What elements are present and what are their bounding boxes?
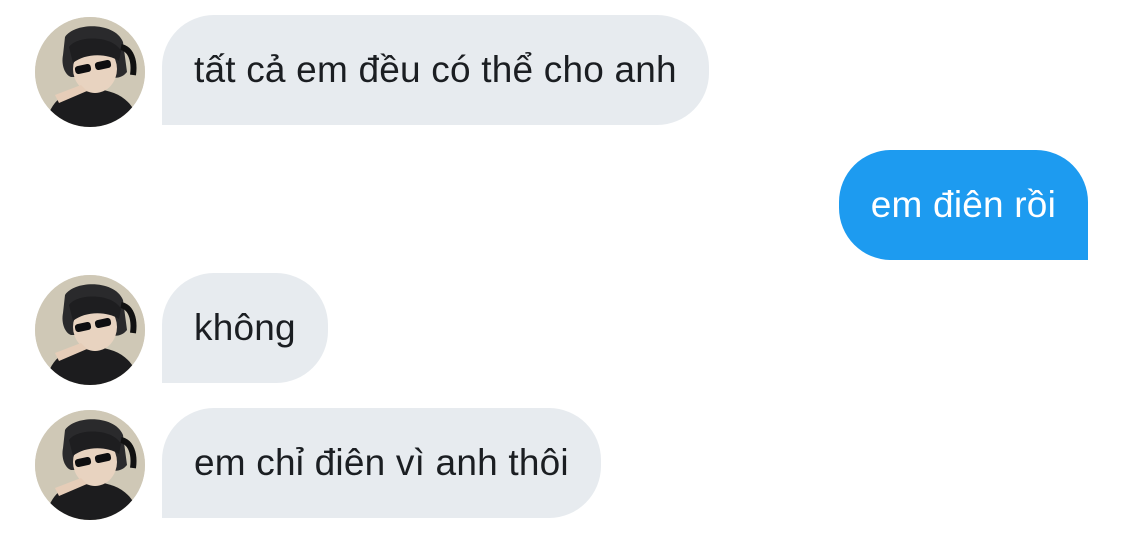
message-text: em chỉ điên vì anh thôi <box>194 442 569 483</box>
message-bubble-incoming[interactable]: em chỉ điên vì anh thôi <box>162 408 601 518</box>
message-text: không <box>194 307 296 348</box>
message-text: em điên rồi <box>870 184 1056 225</box>
message-text: tất cả em đều có thể cho anh <box>194 49 677 90</box>
profile-photo-icon <box>35 275 145 385</box>
contact-avatar[interactable] <box>35 410 145 520</box>
message-bubble-incoming[interactable]: tất cả em đều có thể cho anh <box>162 15 709 125</box>
contact-avatar[interactable] <box>35 275 145 385</box>
profile-photo-icon <box>35 410 145 520</box>
message-bubble-outgoing[interactable]: em điên rồi <box>838 150 1088 260</box>
profile-photo-icon <box>35 17 145 127</box>
message-bubble-incoming[interactable]: không <box>162 273 328 383</box>
contact-avatar[interactable] <box>35 17 145 127</box>
